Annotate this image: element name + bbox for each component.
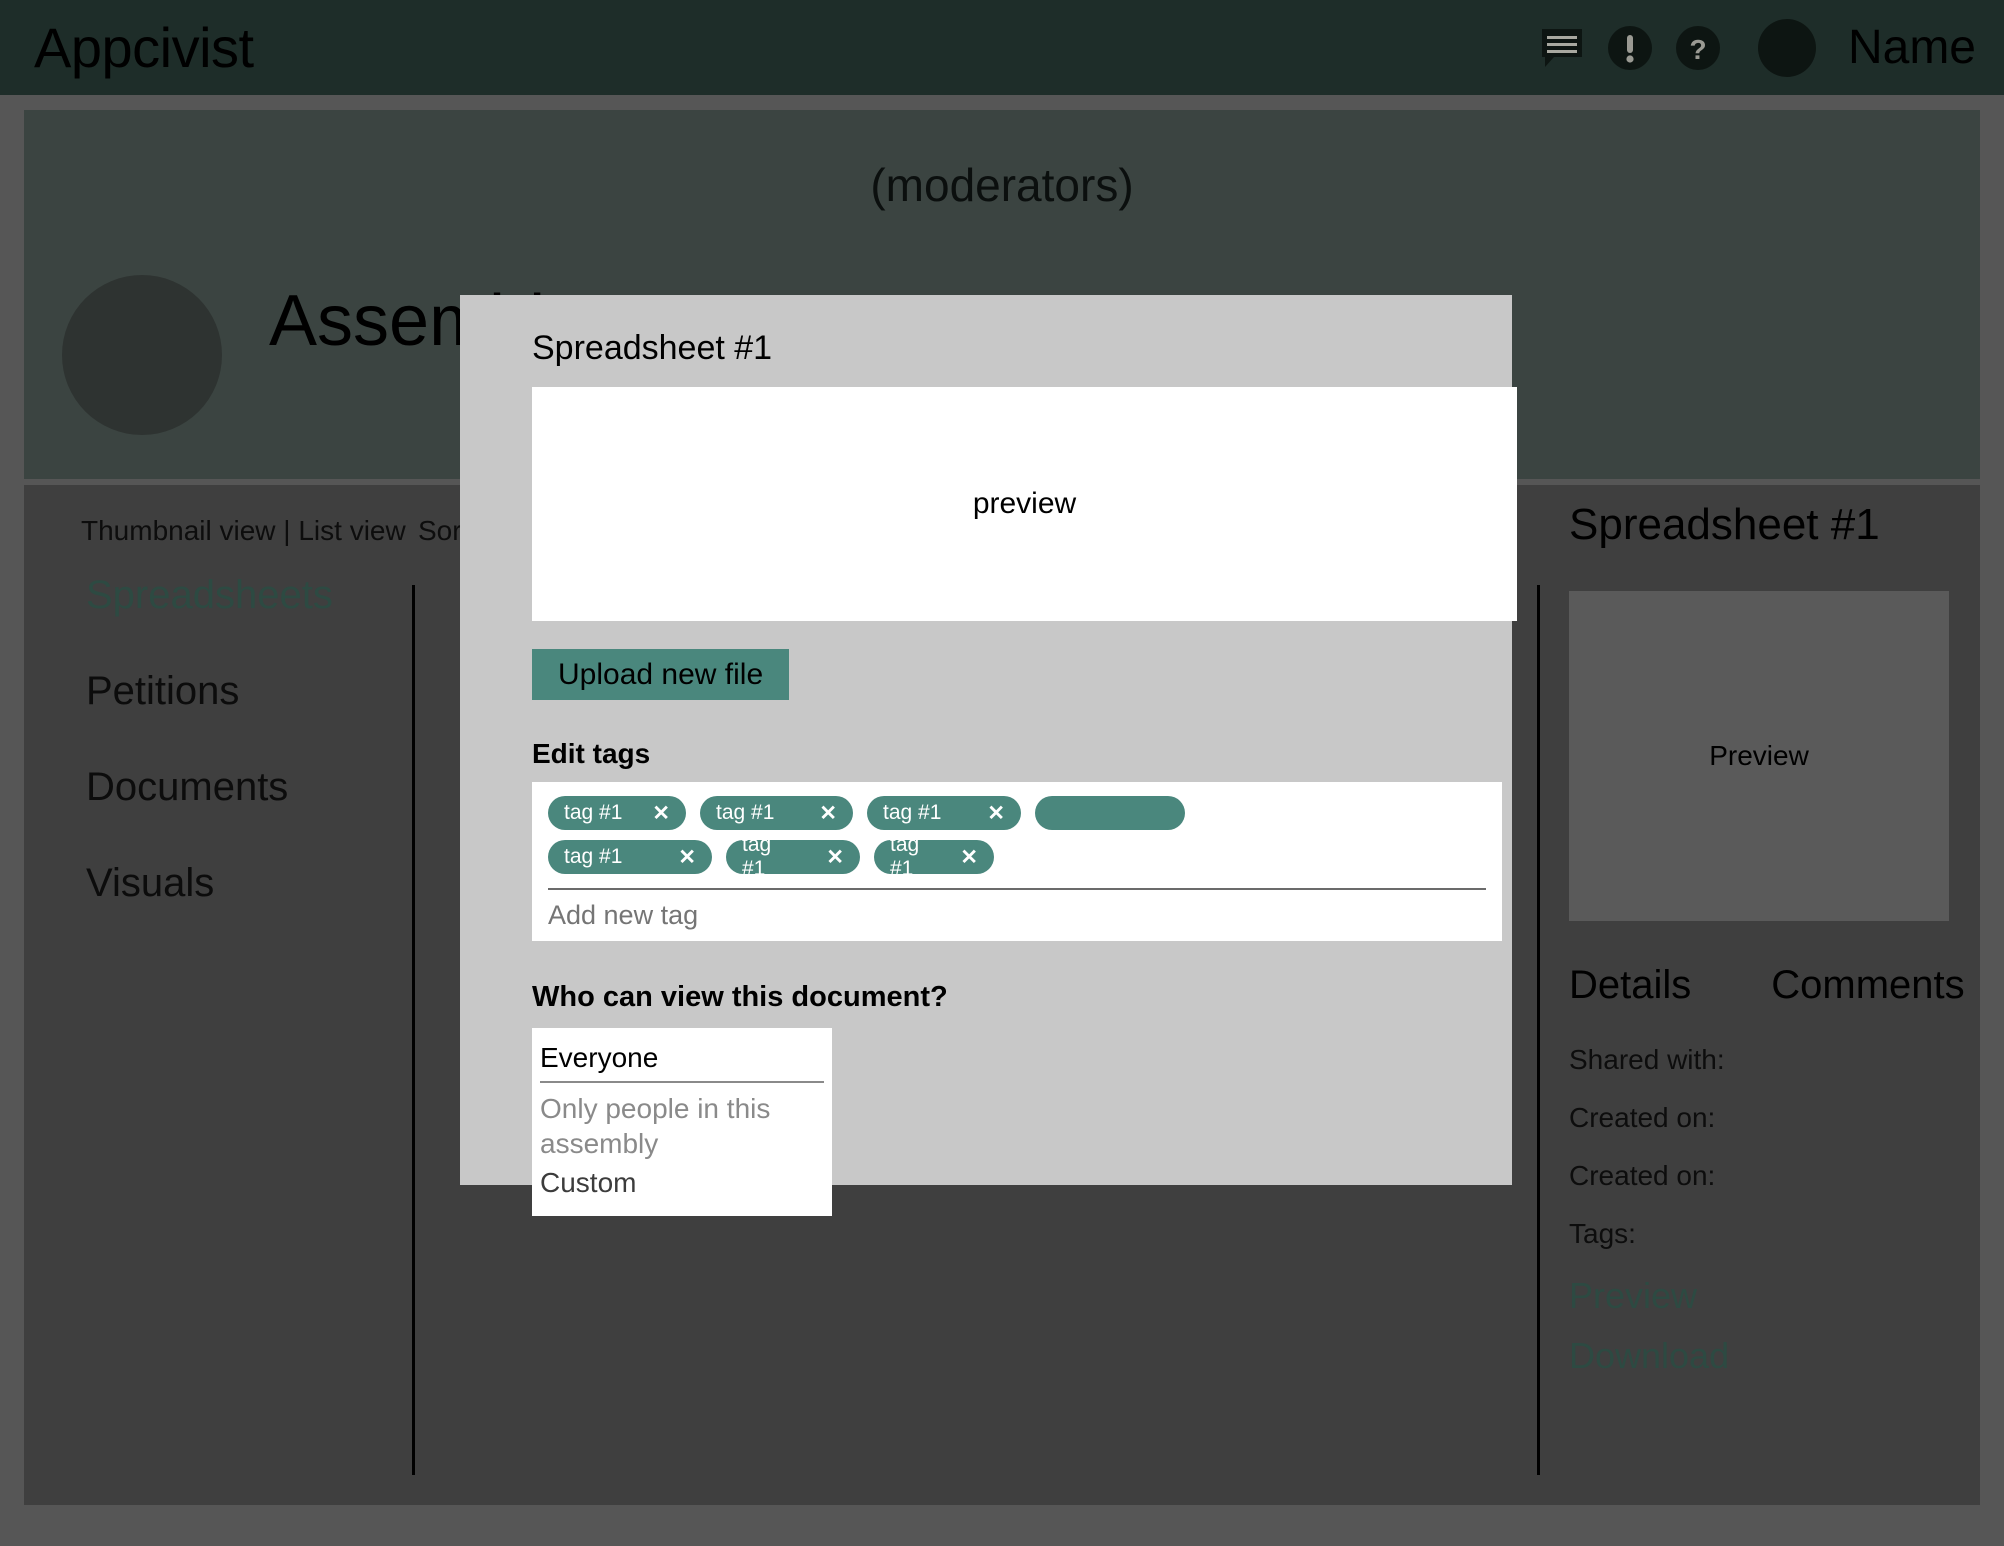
tag-pill[interactable]: tag #1 ✕: [726, 833, 860, 880]
download-link[interactable]: Download: [1569, 1338, 1989, 1374]
detail-meta-list: Shared with: Created on: Created on: Tag…: [1569, 1046, 1989, 1248]
help-icon[interactable]: ?: [1672, 22, 1724, 74]
detail-meta-created-on-1: Created on:: [1569, 1102, 1716, 1133]
tab-comments[interactable]: Comments: [1771, 963, 1964, 1008]
tag-remove-icon[interactable]: ✕: [960, 845, 978, 870]
tab-details[interactable]: Details: [1569, 963, 1691, 1008]
divider-left: [412, 585, 415, 1475]
preview-link[interactable]: Preview: [1569, 1278, 1989, 1314]
tag-label: tag #1: [883, 801, 942, 824]
tag-remove-icon[interactable]: ✕: [819, 801, 837, 826]
top-bar-actions: ? Name: [1536, 18, 1976, 77]
add-tag-field-wrap: [548, 888, 1486, 931]
who-can-view-select[interactable]: Everyone Only people in this assembly Cu…: [532, 1028, 832, 1216]
edit-document-modal: Spreadsheet #1 preview Upload new file E…: [460, 295, 1517, 1216]
who-can-view-label: Who can view this document?: [532, 981, 948, 1013]
user-name-label[interactable]: Name: [1848, 23, 1976, 72]
detail-panel-title: Spreadsheet #1: [1569, 500, 1880, 549]
divider-right: [1537, 585, 1540, 1475]
tag-remove-icon[interactable]: ✕: [987, 801, 1005, 826]
avatar[interactable]: [1757, 18, 1816, 77]
tag-label: tag #1: [564, 845, 623, 868]
tag-pill[interactable]: tag #1 ✕: [548, 840, 712, 874]
app-logo[interactable]: Appcivist: [34, 19, 254, 76]
add-new-tag-input[interactable]: [548, 900, 1486, 931]
tag-label: tag #1: [890, 833, 920, 880]
tag-pill[interactable]: tag #1 ✕: [548, 796, 686, 830]
detail-links: Preview Download: [1569, 1278, 1989, 1374]
modal-preview-area[interactable]: preview: [532, 387, 1517, 621]
tag-label: tag #1: [564, 801, 623, 824]
tag-label: tag #1: [742, 833, 772, 880]
detail-tabs: Details Comments: [1569, 963, 1989, 1008]
sidebar-item-visuals[interactable]: Visuals: [86, 863, 376, 903]
top-bar: Appcivist ? Name: [0, 0, 2004, 95]
detail-panel: Spreadsheet #1 Preview Details Comments …: [1569, 503, 1989, 1398]
moderators-label: (moderators): [870, 159, 1134, 211]
sidebar-item-documents[interactable]: Documents: [86, 767, 376, 807]
sidebar-item-spreadsheets[interactable]: Spreadsheets: [86, 575, 376, 615]
edit-tags-label: Edit tags: [532, 738, 651, 769]
who-option-everyone[interactable]: Everyone: [540, 1038, 824, 1083]
tag-remove-icon[interactable]: ✕: [826, 845, 844, 870]
modal-preview-label: preview: [972, 487, 1077, 520]
tag-remove-icon[interactable]: ✕: [678, 845, 696, 870]
view-toggle[interactable]: Thumbnail view | List view: [81, 515, 406, 547]
tag-remove-icon[interactable]: ✕: [652, 801, 670, 826]
upload-new-file-button[interactable]: Upload new file: [532, 649, 790, 700]
who-option-custom[interactable]: Custom: [540, 1163, 824, 1202]
alert-icon[interactable]: [1604, 22, 1656, 74]
modal-title: Spreadsheet #1: [532, 329, 773, 367]
tag-pill[interactable]: tag #1 ✕: [874, 833, 994, 880]
assembly-avatar: [62, 275, 222, 435]
tag-label: tag #1: [716, 801, 775, 824]
tag-row: tag #1 ✕ tag #1 ✕ tag #1 ✕: [548, 833, 1486, 880]
message-icon[interactable]: [1536, 22, 1588, 74]
tags-editor: tag #1 ✕ tag #1 ✕ tag #1 ✕ tag #1 ✕ tag #1 ✕ tag …: [532, 782, 1502, 941]
detail-preview-thumbnail[interactable]: Preview: [1569, 591, 1949, 921]
svg-text:?: ?: [1689, 34, 1706, 65]
tag-pill[interactable]: tag #1 ✕: [700, 796, 853, 830]
detail-meta-shared-with: Shared with:: [1569, 1044, 1725, 1075]
detail-preview-label: Preview: [1709, 740, 1809, 771]
category-list: Spreadsheets Petitions Documents Visuals: [86, 575, 376, 959]
tag-pill[interactable]: tag #1 ✕: [867, 796, 1021, 830]
detail-meta-created-on-2: Created on:: [1569, 1160, 1716, 1191]
who-option-assembly-only[interactable]: Only people in this assembly: [540, 1089, 824, 1163]
tag-row: tag #1 ✕ tag #1 ✕ tag #1 ✕: [548, 796, 1486, 830]
sidebar-item-petitions[interactable]: Petitions: [86, 671, 376, 711]
tag-pill-empty[interactable]: [1035, 796, 1185, 830]
detail-meta-tags: Tags:: [1569, 1218, 1636, 1249]
